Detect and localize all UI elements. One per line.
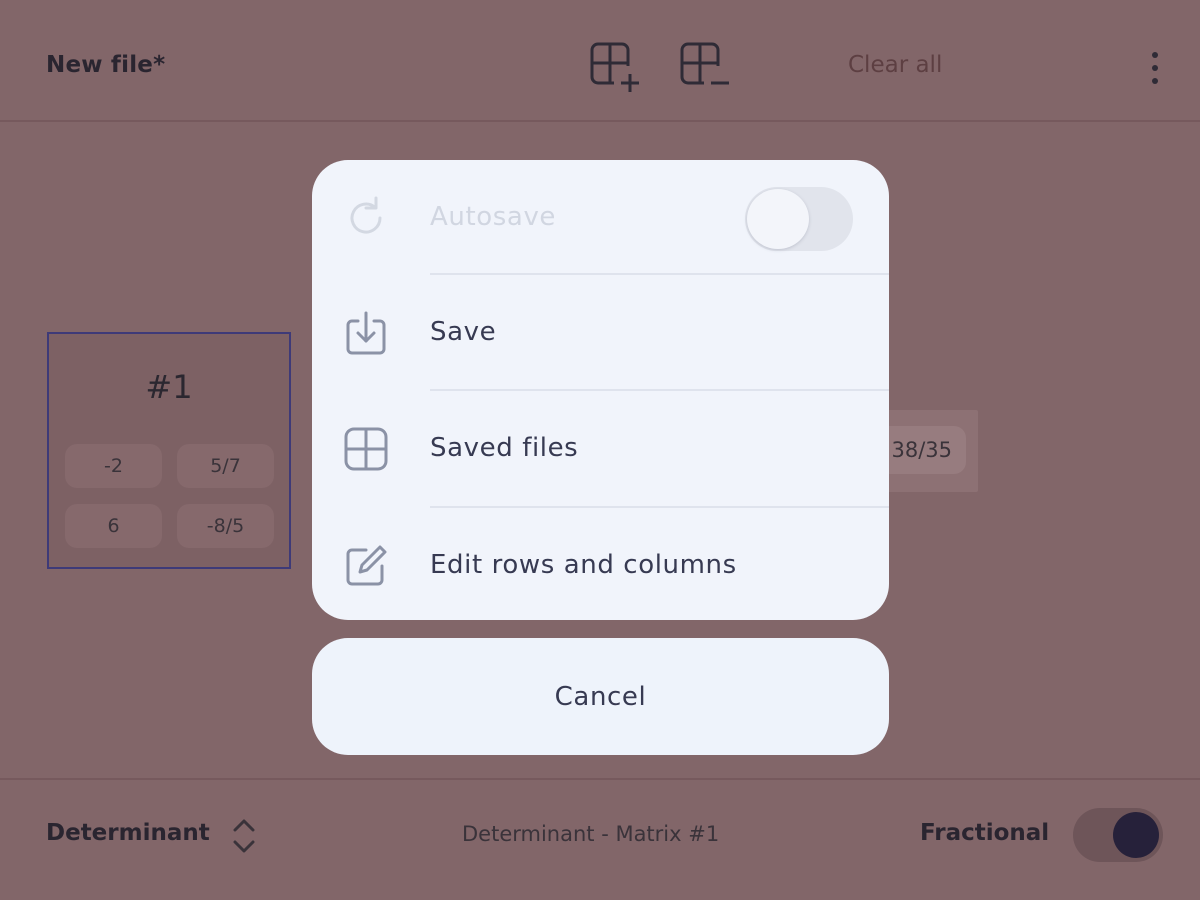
matrix-cell[interactable]: 5/7 xyxy=(177,444,274,488)
matrix-card[interactable]: #1 -2 5/7 6 -8/5 xyxy=(47,332,291,569)
matrix-cell[interactable]: -8/5 xyxy=(177,504,274,548)
save-label: Save xyxy=(430,317,497,347)
add-matrix-button[interactable] xyxy=(588,40,644,96)
autosave-label: Autosave xyxy=(430,202,557,232)
saved-files-label: Saved files xyxy=(430,433,579,463)
edit-rows-columns-button[interactable]: Edit rows and columns xyxy=(312,508,889,620)
matrix-title: #1 xyxy=(145,368,193,406)
bottom-bar: Determinant Determinant - Matrix #1 Frac… xyxy=(0,778,1200,900)
clear-all-button[interactable]: Clear all xyxy=(848,52,942,78)
remove-matrix-button[interactable] xyxy=(678,40,734,96)
grid-icon xyxy=(342,425,390,473)
toggle-knob xyxy=(1113,812,1159,858)
remove-matrix-icon xyxy=(680,42,729,85)
top-bar: New file* Clear all xyxy=(0,0,1200,122)
autosave-row: Autosave xyxy=(312,160,889,277)
save-button[interactable]: Save xyxy=(312,275,889,392)
saved-files-button[interactable]: Saved files xyxy=(312,391,889,508)
file-title: New file* xyxy=(46,52,166,78)
toggle-knob xyxy=(747,189,809,249)
edit-icon xyxy=(342,542,390,590)
options-sheet: Autosave Save Saved files Edit rows and … xyxy=(312,160,889,620)
status-text: Determinant - Matrix #1 xyxy=(462,822,720,846)
chevron-up-down-icon[interactable] xyxy=(230,816,258,856)
edit-rows-columns-label: Edit rows and columns xyxy=(430,550,737,580)
add-matrix-icon xyxy=(590,42,639,92)
more-options-icon[interactable] xyxy=(1140,48,1170,88)
fractional-label: Fractional xyxy=(920,820,1050,846)
fractional-toggle[interactable] xyxy=(1073,808,1163,862)
matrix-cell[interactable]: 6 xyxy=(65,504,162,548)
cancel-button[interactable]: Cancel xyxy=(312,638,889,755)
autosave-toggle[interactable] xyxy=(745,187,853,251)
operation-selector[interactable]: Determinant xyxy=(46,820,210,846)
matrix-cell[interactable]: -2 xyxy=(65,444,162,488)
refresh-icon xyxy=(342,194,390,242)
download-icon xyxy=(342,309,390,357)
